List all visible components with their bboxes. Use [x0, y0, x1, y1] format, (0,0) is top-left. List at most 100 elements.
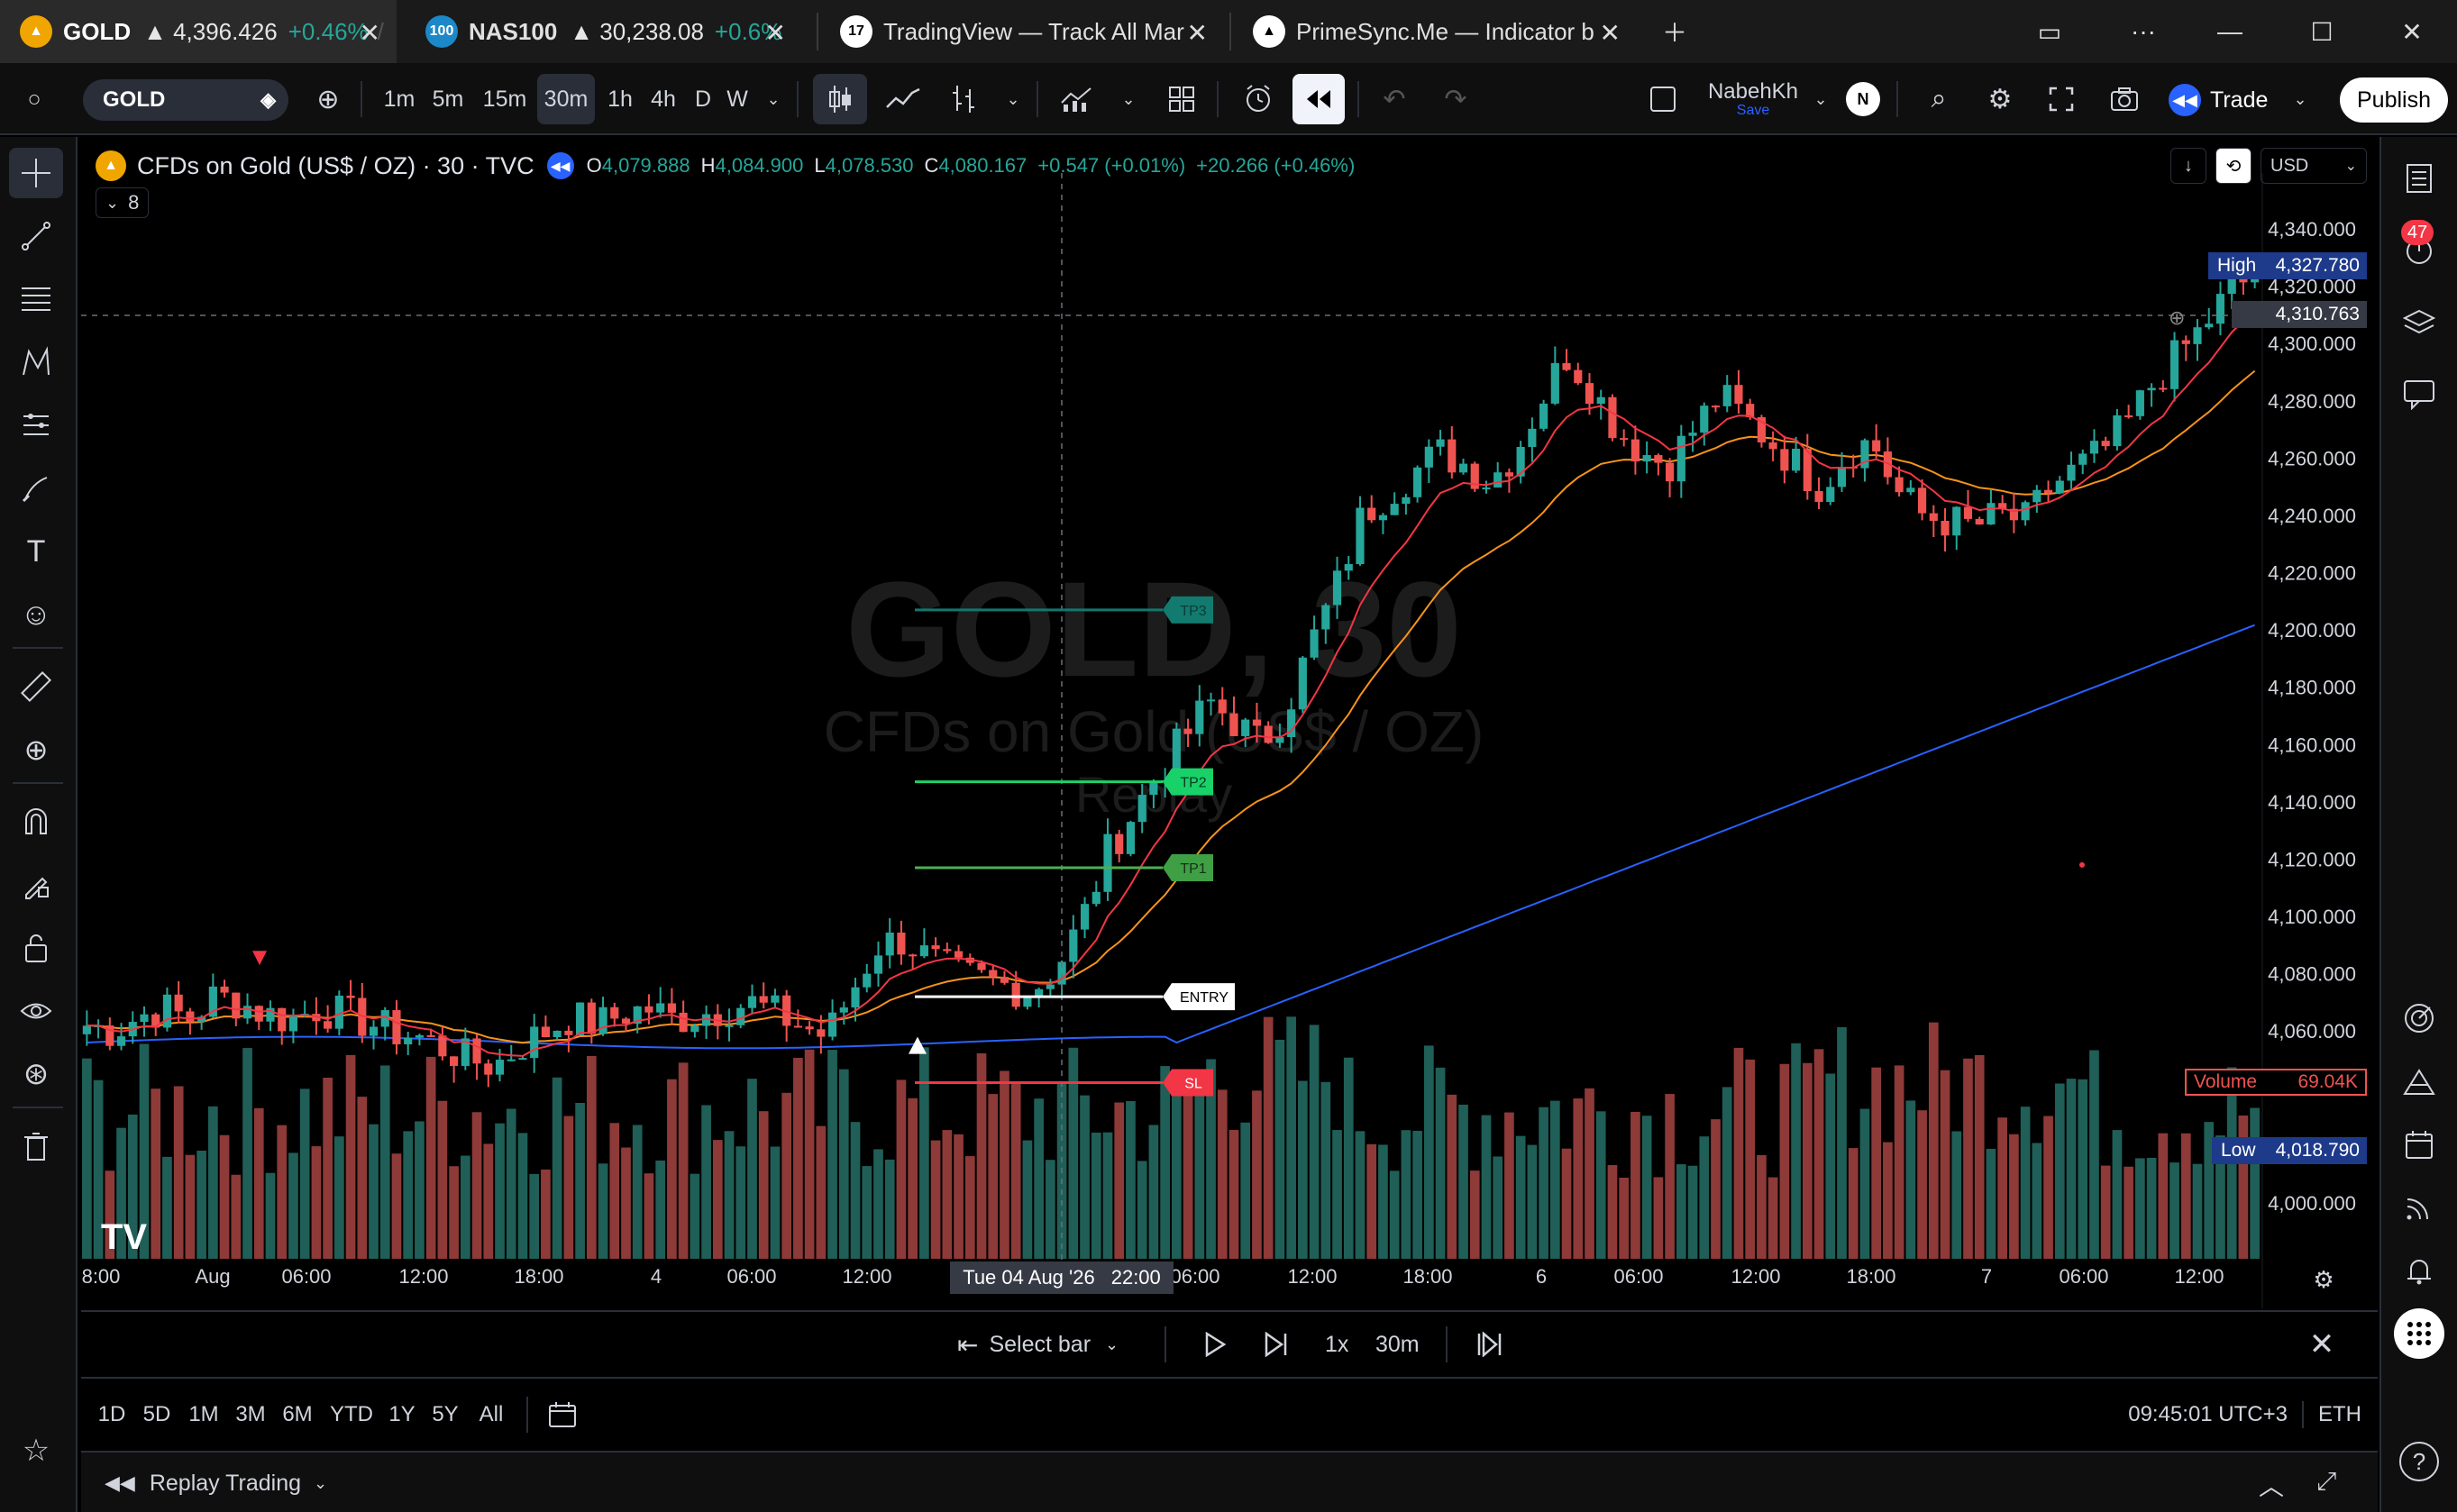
- layers-icon[interactable]: [2392, 297, 2446, 348]
- interval-dropdown-icon[interactable]: ⌄: [757, 74, 790, 124]
- range-1d[interactable]: 1D: [94, 1397, 130, 1433]
- range-5d[interactable]: 5D: [139, 1397, 175, 1433]
- interval-4h[interactable]: 4h: [644, 74, 683, 124]
- chevron-up-icon[interactable]: ︿: [2259, 1467, 2284, 1503]
- display-icon[interactable]: ▭: [2005, 0, 2095, 63]
- favorites-star-icon[interactable]: ☆: [9, 1425, 63, 1476]
- session-label[interactable]: ETH: [2318, 1402, 2361, 1427]
- interval-d[interactable]: D: [687, 74, 719, 124]
- redo-icon[interactable]: ↷: [1433, 74, 1478, 124]
- publish-button[interactable]: Publish: [2340, 77, 2448, 123]
- replay-interval-button[interactable]: 30m: [1375, 1325, 1420, 1364]
- close-tab-icon[interactable]: ✕: [360, 18, 380, 48]
- chart-type-dropdown-icon[interactable]: ⌄: [997, 74, 1029, 124]
- target-icon[interactable]: [2392, 993, 2446, 1043]
- step-forward-icon[interactable]: [1258, 1325, 1294, 1364]
- stay-drawing-mode-icon[interactable]: [9, 860, 63, 910]
- layout-grid-icon[interactable]: [1159, 74, 1204, 124]
- symbol-search-input[interactable]: GOLD ◈: [83, 79, 288, 121]
- close-tab-icon[interactable]: ✕: [1187, 18, 1208, 48]
- quick-search-icon[interactable]: ⌕: [1916, 74, 1961, 124]
- range-6m[interactable]: 6M: [278, 1397, 317, 1433]
- brush-tool-icon[interactable]: [9, 463, 63, 514]
- interval-5m[interactable]: 5m: [425, 74, 470, 124]
- series-title[interactable]: CFDs on Gold (US$ / OZ) · 30 · TVC: [137, 152, 534, 180]
- currency-select[interactable]: USD ⌄: [2261, 148, 2367, 184]
- more-icon[interactable]: ···: [2098, 0, 2188, 63]
- close-tab-icon[interactable]: ✕: [1600, 18, 1621, 48]
- forecasting-tool-icon[interactable]: [9, 400, 63, 451]
- candles-chart-type-icon[interactable]: [813, 74, 867, 124]
- new-tab-icon[interactable]: ＋: [1630, 0, 1720, 63]
- streams-signal-icon[interactable]: [2392, 1182, 2446, 1233]
- pattern-tool-icon[interactable]: [9, 337, 63, 387]
- interval-1h[interactable]: 1h: [600, 74, 640, 124]
- fib-retracement-tool-icon[interactable]: [9, 274, 63, 324]
- replay-rewind-icon[interactable]: [1292, 74, 1345, 124]
- camera-snapshot-icon[interactable]: [2102, 74, 2147, 124]
- axis-settings-gear-icon[interactable]: ⚙: [2307, 1263, 2340, 1296]
- interval-30m[interactable]: 30m: [537, 74, 595, 124]
- range-ytd[interactable]: YTD: [326, 1397, 377, 1433]
- ideas-mountain-icon[interactable]: [2392, 1056, 2446, 1107]
- indicators-dropdown-icon[interactable]: ⌄: [1112, 74, 1145, 124]
- range-1y[interactable]: 1Y: [384, 1397, 420, 1433]
- layout-dropdown-icon[interactable]: ⌄: [1804, 74, 1837, 124]
- go-to-date-icon[interactable]: [543, 1397, 582, 1433]
- range-1m[interactable]: 1M: [184, 1397, 224, 1433]
- chat-icon[interactable]: [2392, 369, 2446, 420]
- lock-drawings-icon[interactable]: [9, 923, 63, 973]
- close-replay-icon[interactable]: ✕: [2304, 1325, 2340, 1364]
- crosshair-tool-icon[interactable]: [9, 148, 63, 198]
- price-chart[interactable]: 4,340.0004,320.0004,300.0004,280.0004,26…: [81, 137, 2378, 1308]
- auto-scale-icon[interactable]: ⟲: [2215, 148, 2251, 184]
- help-icon[interactable]: ?: [2392, 1436, 2446, 1487]
- hide-drawings-eye-icon[interactable]: [9, 986, 63, 1036]
- compare-add-icon[interactable]: ⊕: [306, 74, 350, 124]
- layout-checkbox-icon[interactable]: [1640, 74, 1685, 124]
- symbol-settings-icon[interactable]: ◈: [260, 88, 276, 112]
- tab-tradingview[interactable]: 17 TradingView — Track All Mar ✕: [820, 0, 1224, 63]
- undo-icon[interactable]: ↶: [1372, 74, 1417, 124]
- trash-delete-icon[interactable]: [9, 1121, 63, 1171]
- interval-w[interactable]: W: [721, 74, 754, 124]
- trade-button[interactable]: ◀◀ Trade: [2161, 77, 2279, 123]
- calendar-icon[interactable]: [2392, 1119, 2446, 1170]
- indicators-collapse-button[interactable]: ⌄ 8: [96, 187, 150, 218]
- select-bar-button[interactable]: ⇤ Select bar ⌄: [957, 1325, 1119, 1364]
- line-chart-icon[interactable]: [878, 74, 928, 124]
- watchlist-icon[interactable]: [2392, 153, 2446, 204]
- maximize-panel-icon[interactable]: ⤢: [2316, 1467, 2336, 1497]
- minimize-icon[interactable]: —: [2185, 0, 2275, 63]
- replay-speed-button[interactable]: 1x: [1325, 1325, 1348, 1364]
- trend-line-tool-icon[interactable]: [9, 211, 63, 261]
- range-3m[interactable]: 3M: [231, 1397, 270, 1433]
- interval-1m[interactable]: 1m: [377, 74, 422, 124]
- apps-grid-icon[interactable]: [2392, 1308, 2446, 1359]
- close-tab-icon[interactable]: ✕: [765, 18, 786, 48]
- bars-chart-icon[interactable]: [941, 74, 986, 124]
- close-window-icon[interactable]: ✕: [2367, 0, 2457, 63]
- jump-to-realtime-icon[interactable]: [1471, 1325, 1507, 1364]
- tab-gold[interactable]: ▲ GOLD ▲ 4,396.426 +0.46% / ✕: [0, 0, 397, 63]
- layout-name-button[interactable]: NabehKh Save: [1694, 74, 1812, 124]
- range-5y[interactable]: 5Y: [427, 1397, 463, 1433]
- scroll-down-icon[interactable]: ↓: [2170, 148, 2206, 184]
- maximize-icon[interactable]: ☐: [2277, 0, 2367, 63]
- alert-clock-icon[interactable]: [1233, 74, 1283, 124]
- emoji-tool-icon[interactable]: ☺: [9, 589, 63, 640]
- globe-icon[interactable]: ⊛: [9, 1049, 63, 1099]
- range-all[interactable]: All: [470, 1397, 512, 1433]
- replay-trading-tab[interactable]: ◀◀ Replay Trading ⌄: [105, 1465, 327, 1501]
- indicators-icon[interactable]: [1051, 74, 1101, 124]
- ruler-measure-icon[interactable]: [9, 661, 63, 712]
- fullscreen-icon[interactable]: [2039, 74, 2084, 124]
- zoom-in-icon[interactable]: ⊕: [9, 724, 63, 775]
- menu-circle-icon[interactable]: ○: [13, 74, 56, 124]
- tab-primesync[interactable]: ▲ PrimeSync.Me — Indicator b ✕: [1233, 0, 1637, 63]
- trade-dropdown-icon[interactable]: ⌄: [2284, 74, 2316, 124]
- magnet-icon[interactable]: [9, 797, 63, 847]
- text-tool-icon[interactable]: T: [9, 526, 63, 577]
- tab-nas100[interactable]: 100 NAS100 ▲ 30,238.08 +0.6% ✕: [406, 0, 802, 63]
- notifications-bell-icon[interactable]: [2392, 1245, 2446, 1296]
